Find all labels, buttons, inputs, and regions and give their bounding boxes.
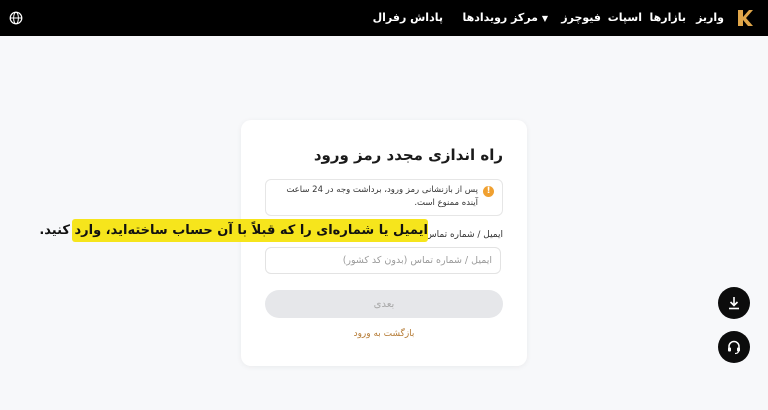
instruction-tooltip: ایمیل یا شماره‌ای را که قبلاً با آن حساب… [39, 219, 428, 242]
reset-password-card: راه اندازی مجدد رمز ورود ! پس از بازنشان… [241, 120, 527, 366]
globe-icon[interactable] [9, 11, 23, 25]
warning-icon: ! [483, 186, 494, 197]
nav-referral[interactable]: پاداش رفرال [373, 11, 443, 24]
chevron-down-icon: ▼ [541, 14, 548, 23]
download-icon [729, 297, 739, 310]
logo-icon[interactable] [736, 8, 754, 28]
back-to-login-link[interactable]: بازگشت به ورود [241, 329, 527, 339]
next-button[interactable]: بعدی [265, 290, 503, 318]
nav-events-label: مرکز رویدادها [462, 11, 538, 24]
notice-box: ! پس از بازنشانی رمز ورود، برداشت وجه در… [265, 179, 503, 216]
notice-text: پس از بازنشانی رمز ورود، برداشت وجه در 2… [286, 185, 478, 208]
nav-futures[interactable]: فیوچرز [561, 11, 601, 24]
nav-spot[interactable]: اسپات [608, 11, 642, 24]
nav-markets[interactable]: بازارها [650, 11, 686, 24]
email-phone-input[interactable] [265, 247, 501, 274]
headset-icon [728, 340, 740, 355]
nav-deposit[interactable]: واریز [696, 11, 724, 24]
nav-events[interactable]: مرکز رویدادها ▼ [462, 11, 551, 24]
top-navbar: واریز بازارها اسپات فیوچرز مرکز رویدادها… [0, 0, 768, 36]
page-title: راه اندازی مجدد رمز ورود [313, 146, 503, 164]
email-phone-label: ایمیل / شماره تماس [425, 230, 503, 240]
download-button[interactable] [718, 287, 750, 319]
support-button[interactable] [718, 331, 750, 363]
